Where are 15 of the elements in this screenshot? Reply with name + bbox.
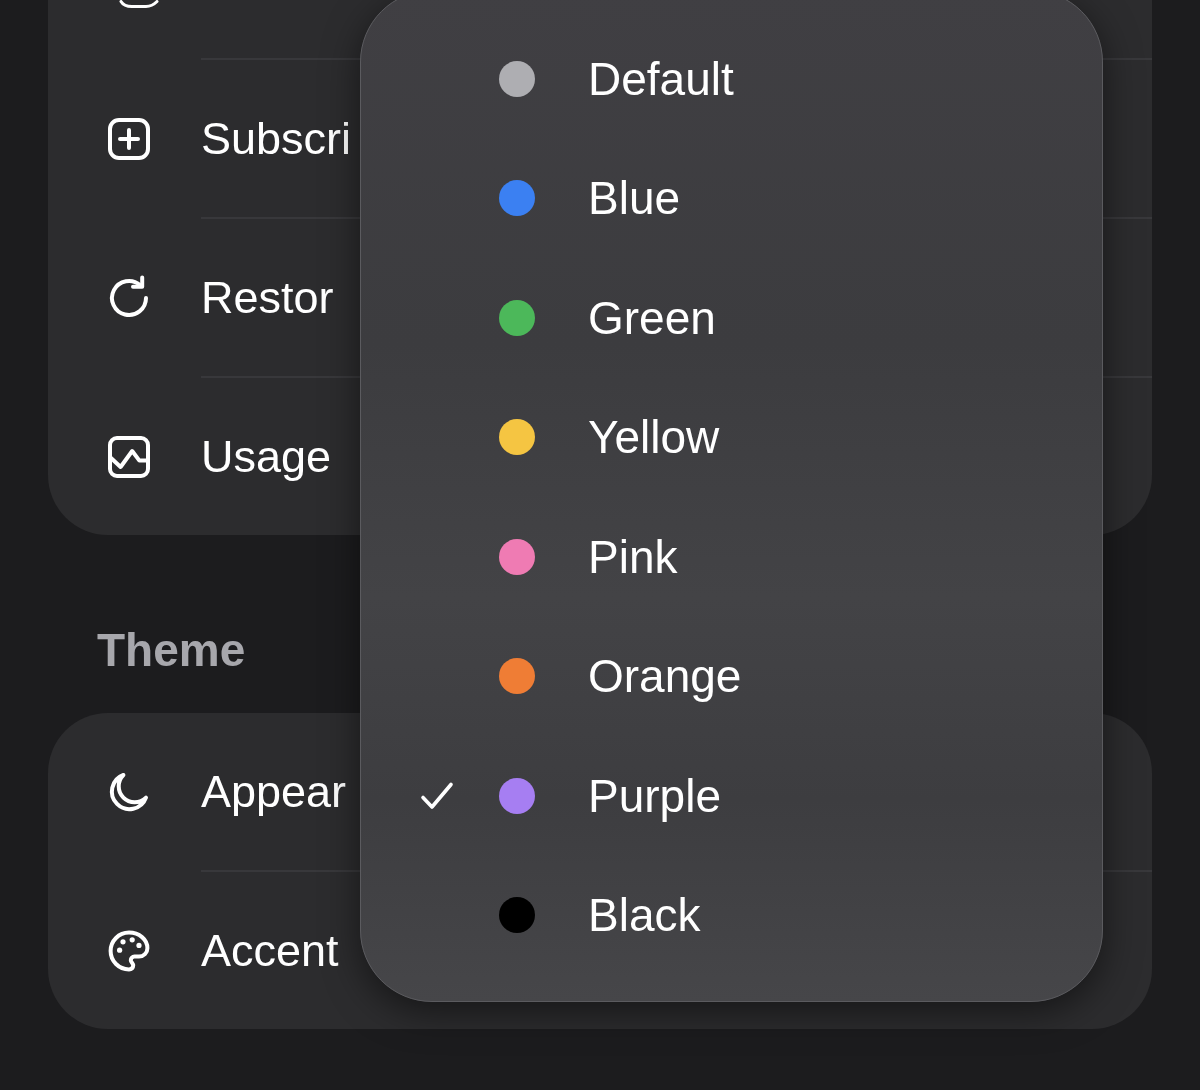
color-option[interactable]: Default	[361, 19, 1102, 139]
settings-item[interactable]: Appear	[201, 764, 347, 819]
partial-icon	[119, 0, 159, 8]
settings-item[interactable]: Subscri	[201, 111, 352, 166]
color-option[interactable]: Blue	[361, 138, 1102, 258]
color-option[interactable]: Green	[361, 258, 1102, 378]
color-option[interactable]: Orange	[361, 616, 1102, 736]
section-title: Theme	[97, 625, 246, 675]
settings-item[interactable]: Usage	[201, 429, 332, 484]
settings-item[interactable]: Accent	[201, 923, 339, 978]
settings-item[interactable]: Restor	[201, 270, 334, 325]
color-option[interactable]: Pink	[361, 497, 1102, 617]
color-option[interactable]: Purple	[361, 736, 1102, 856]
color-option[interactable]: Yellow	[361, 377, 1102, 497]
color-option[interactable]: Black	[361, 855, 1102, 975]
